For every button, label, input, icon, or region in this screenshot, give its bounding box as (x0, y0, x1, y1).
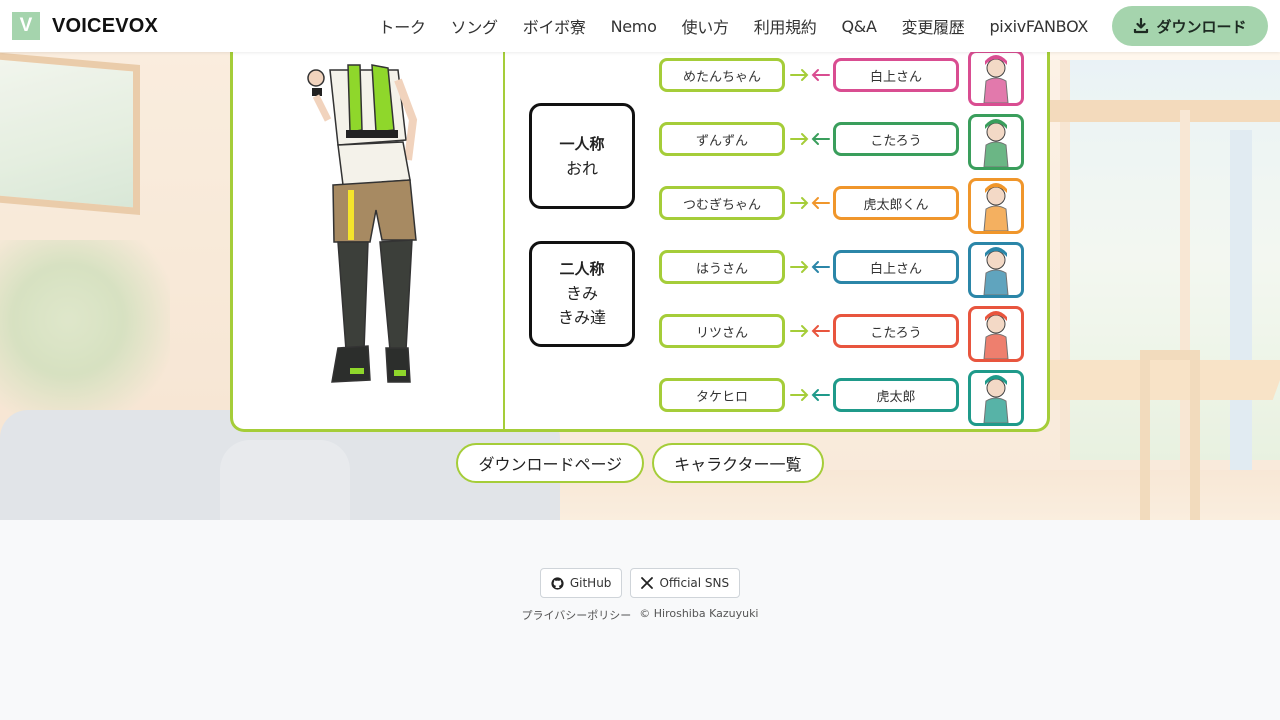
nav-item-song[interactable]: ソング (451, 14, 498, 38)
calls-name-pill: 白上さん (833, 250, 959, 284)
avatar-figure-icon (983, 55, 1009, 103)
nav-item-changelog[interactable]: 変更履歴 (902, 14, 965, 38)
avatar-figure-icon (983, 183, 1009, 231)
arrow-left-icon (811, 69, 830, 81)
first-person-title: 一人称 (559, 135, 605, 153)
github-label: GitHub (569, 576, 612, 590)
copyright: © Hiroshiba Kazuyuki (639, 607, 759, 620)
arrow-right-icon (790, 69, 809, 81)
calls-name-pill: こたろう (833, 314, 959, 348)
nav-item-nemo[interactable]: Nemo (611, 17, 657, 36)
character-avatar-green[interactable] (968, 114, 1024, 170)
download-page-button[interactable]: ダウンロードページ (456, 443, 645, 483)
pronoun-row: タケヒロ 虎太郎 (659, 370, 1025, 426)
arrows-icon (790, 133, 830, 145)
pronoun-row: リツさん こたろう (659, 306, 1025, 362)
character-avatar-teal[interactable] (968, 370, 1024, 426)
brand-name: VOICEVOX (52, 14, 159, 37)
second-person-value: きみ達 (557, 308, 606, 327)
first-person-value: おれ (565, 159, 598, 178)
download-label: ダウンロード (1156, 17, 1247, 36)
site-footer: GitHub Official SNS プライバシーポリシー © Hiroshi… (0, 520, 1280, 720)
header-download-button[interactable]: ダウンロード (1112, 6, 1268, 46)
character-avatar-blue[interactable] (968, 242, 1024, 298)
character-avatar-orange[interactable] (968, 178, 1024, 234)
panel-divider (503, 10, 505, 429)
called-name-pill: はうさん (659, 250, 785, 284)
arrows-icon (790, 261, 830, 273)
pronoun-row: ずんずん こたろう (659, 114, 1025, 170)
called-name-pill: めたんちゃん (659, 58, 785, 92)
character-avatar-red[interactable] (968, 306, 1024, 362)
logo-mark: V (12, 12, 40, 40)
footer-links: GitHub Official SNS (0, 568, 1280, 598)
arrows-icon (790, 325, 830, 337)
avatar-figure-icon (983, 311, 1009, 359)
github-icon (551, 576, 564, 590)
avatar-figure-icon (983, 247, 1009, 295)
calls-name-pill: 白上さん (833, 58, 959, 92)
called-name-pill: つむぎちゃん (659, 186, 785, 220)
calls-name-pill: こたろう (833, 122, 959, 156)
avatar-figure-icon (983, 375, 1009, 423)
arrow-right-icon (790, 389, 809, 401)
privacy-policy-link[interactable]: プライバシーポリシー (521, 607, 631, 623)
pronoun-row: めたんちゃん 白上さん (659, 50, 1025, 106)
character-avatar-pink[interactable] (968, 50, 1024, 106)
official-sns-button[interactable]: Official SNS (630, 568, 741, 598)
site-logo[interactable]: V VOICEVOX (12, 12, 158, 40)
arrows-icon (790, 389, 830, 401)
called-name-pill: ずんずん (659, 122, 785, 156)
main-nav: トーク ソング ボイボ寮 Nemo 使い方 利用規約 Q&A 変更履歴 pixi… (379, 14, 1089, 38)
arrow-right-icon (790, 261, 809, 273)
site-header: V VOICEVOX トーク ソング ボイボ寮 Nemo 使い方 利用規約 Q&… (0, 0, 1280, 52)
x-icon (641, 577, 654, 589)
arrows-icon (790, 69, 830, 81)
arrow-left-icon (811, 261, 830, 273)
arrow-left-icon (811, 389, 830, 401)
arrow-left-icon (811, 133, 830, 145)
github-button[interactable]: GitHub (539, 568, 623, 598)
cta-buttons: ダウンロードページ キャラクター一覧 (0, 443, 1280, 483)
calls-name-pill: 虎太郎くん (833, 186, 959, 220)
calls-name-pill: 虎太郎 (833, 378, 959, 412)
called-name-pill: リツさん (659, 314, 785, 348)
arrows-icon (790, 197, 830, 209)
character-pronoun-panel: 一人称 おれ 二人称 きみ きみ達 めたんちゃん 白上さん ずんずん こたろう つむぎち… (230, 10, 1050, 432)
second-person-box: 二人称 きみ きみ達 (529, 241, 635, 347)
character-list-button[interactable]: キャラクター一覧 (652, 443, 824, 483)
nav-item-talk[interactable]: トーク (379, 14, 426, 38)
first-person-box: 一人称 おれ (529, 103, 635, 209)
nav-item-dorm[interactable]: ボイボ寮 (523, 14, 586, 38)
second-person-title: 二人称 (559, 260, 605, 278)
pronoun-row: はうさん 白上さん (659, 242, 1025, 298)
download-icon (1134, 18, 1149, 34)
nav-item-terms[interactable]: 利用規約 (754, 14, 817, 38)
pronoun-row: つむぎちゃん 虎太郎くん (659, 178, 1025, 234)
arrow-left-icon (811, 325, 830, 337)
arrow-right-icon (790, 197, 809, 209)
sns-label: Official SNS (659, 576, 730, 590)
arrow-right-icon (790, 133, 809, 145)
nav-item-qa[interactable]: Q&A (842, 17, 877, 36)
called-name-pill: タケヒロ (659, 378, 785, 412)
footer-meta: プライバシーポリシー © Hiroshiba Kazuyuki (0, 607, 1280, 623)
arrow-right-icon (790, 325, 809, 337)
character-illustration (307, 64, 418, 383)
nav-item-howto[interactable]: 使い方 (682, 14, 729, 38)
second-person-value: きみ (565, 284, 598, 303)
nav-item-fanbox[interactable]: pixivFANBOX (989, 17, 1088, 36)
arrow-left-icon (811, 197, 830, 209)
avatar-figure-icon (983, 119, 1009, 167)
